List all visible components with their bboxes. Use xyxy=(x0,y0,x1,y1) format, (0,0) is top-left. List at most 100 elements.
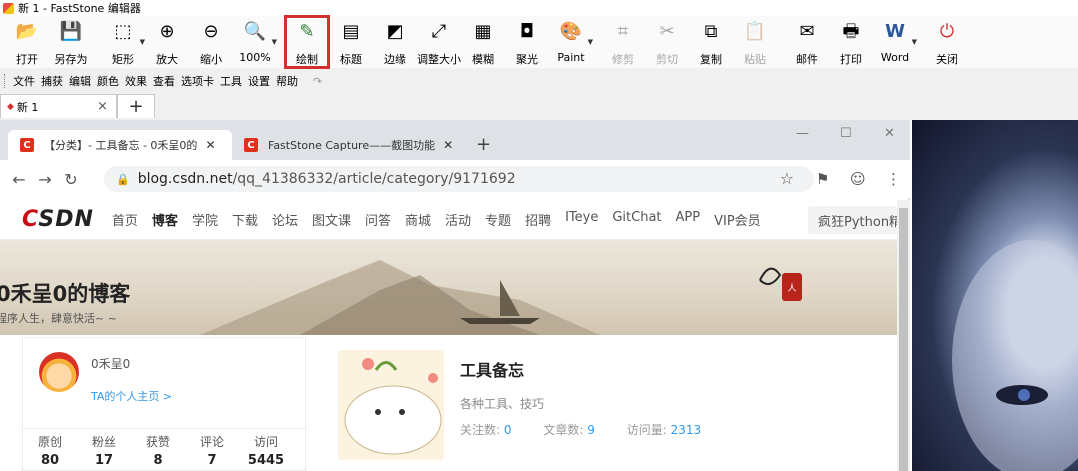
tool-label: 标题 xyxy=(340,53,362,66)
nav-link[interactable]: 图文课 xyxy=(312,210,351,229)
browser-tab-strip: C 【分类】- 工具备忘 - 0禾呈0的 ✕ C FastStone Captu… xyxy=(0,120,910,160)
close-icon[interactable]: ✕ xyxy=(205,138,215,152)
seal-stamp: 人 xyxy=(782,273,802,301)
tool-power-button[interactable]: ⏻ 关闭 xyxy=(925,16,969,68)
nav-link[interactable]: 学院 xyxy=(192,210,218,229)
tool-edge-button[interactable]: ◩ 边缘 xyxy=(373,16,417,68)
menu-item[interactable]: 设置 xyxy=(245,73,273,89)
reload-icon[interactable]: ↻ xyxy=(58,170,84,189)
account-icon[interactable]: ☺ xyxy=(850,170,866,188)
tool-paint-button[interactable]: 🎨 Paint ▼ xyxy=(549,16,593,68)
nav-link[interactable]: 首页 xyxy=(112,210,138,229)
scrollbar[interactable] xyxy=(897,200,910,471)
menu-item[interactable]: 帮助 xyxy=(273,73,301,89)
menu-item[interactable]: 选项卡 xyxy=(178,73,217,89)
stat-value: 7 xyxy=(207,453,217,468)
menu-item[interactable]: 编辑 xyxy=(66,73,94,89)
dropdown-caret-icon[interactable]: ▼ xyxy=(912,38,917,46)
redo-icon[interactable]: ↷ xyxy=(313,75,322,88)
close-icon[interactable]: ✕ xyxy=(443,138,453,152)
avatar[interactable] xyxy=(39,352,79,392)
stat-label: 粉丝 xyxy=(91,435,116,449)
tool-copy-button[interactable]: ⧉ 复制 xyxy=(689,16,733,68)
menu-kebab-icon[interactable]: ⋮ xyxy=(886,170,901,188)
nav-link[interactable]: 问答 xyxy=(365,210,391,229)
user-name[interactable]: 0禾呈0 xyxy=(91,355,130,372)
menu-item[interactable]: 查看 xyxy=(150,73,178,89)
category-illustration xyxy=(344,358,442,455)
tool-open-folder-button[interactable]: 📂 打开 xyxy=(5,16,49,68)
menu-item[interactable]: 颜色 xyxy=(94,73,122,89)
nav-link[interactable]: APP xyxy=(676,210,701,229)
tool-save-button[interactable]: 💾 另存为 xyxy=(49,16,93,68)
csdn-logo[interactable]: CSDN xyxy=(22,207,94,232)
search-input[interactable]: 疯狂Python精 xyxy=(808,206,906,234)
nav-link[interactable]: 博客 xyxy=(152,210,178,229)
edge-icon: ◩ xyxy=(386,21,404,42)
menu-item[interactable]: 捕获 xyxy=(38,73,66,89)
url-field[interactable]: 🔒 blog.csdn.net /qq_41386332/article/cat… xyxy=(104,166,814,192)
menu-item[interactable]: 工具 xyxy=(217,73,245,89)
modified-dot-icon: ◆ xyxy=(7,101,14,112)
tool-label: 复制 xyxy=(700,53,722,66)
tool-label: 绘制 xyxy=(296,53,318,66)
minimize-icon[interactable]: — xyxy=(796,126,809,141)
tool-spotlight-button[interactable]: ◘ 聚光 xyxy=(505,16,549,68)
tool-label: 打印 xyxy=(840,53,862,66)
tool-zoom-out-button[interactable]: ⊖ 缩小 xyxy=(189,16,233,68)
tool-caption-button[interactable]: ▤ 标题 xyxy=(329,16,373,68)
bookmark-star-icon[interactable]: ☆ xyxy=(780,169,794,188)
menu-item[interactable]: 效果 xyxy=(122,73,150,89)
tool-draw-button[interactable]: ✎ 绘制 xyxy=(284,15,330,69)
nav-link[interactable]: VIP会员 xyxy=(714,210,761,229)
cut-icon: ✂ xyxy=(659,21,675,42)
stat-label: 原创 xyxy=(37,435,62,449)
nav-link[interactable]: 招聘 xyxy=(525,210,551,229)
menu-item[interactable]: 文件 xyxy=(10,73,38,89)
close-icon[interactable]: × xyxy=(97,99,108,114)
tool-zoom-in-button[interactable]: ⊕ 放大 xyxy=(145,16,189,68)
tool-paste-button[interactable]: 📋 粘贴 xyxy=(733,16,777,68)
tool-label: 另存为 xyxy=(54,53,88,66)
nav-link[interactable]: ITeye xyxy=(565,210,598,229)
zoom-out-icon: ⊖ xyxy=(203,21,219,42)
tool-crop-button[interactable]: ⌗ 修剪 xyxy=(601,16,645,68)
tool-word-button[interactable]: W Word ▼ xyxy=(873,16,917,68)
doc-tab-active[interactable]: ◆ 新 1 × xyxy=(0,94,117,118)
nav-link[interactable]: 商城 xyxy=(405,210,431,229)
profile-card: 0禾呈0 TA的个人主页 > 原创 80 粉丝 17 获赞 8 评论 7 访问 5445 xyxy=(22,337,307,471)
print-icon: 🖶 xyxy=(842,21,860,42)
paste-icon: 📋 xyxy=(743,21,767,42)
new-tab-button[interactable]: + xyxy=(476,134,491,155)
tool-blur-button[interactable]: ▦ 模糊 xyxy=(461,16,505,68)
tool-cut-button[interactable]: ✂ 剪切 xyxy=(645,16,689,68)
browser-tab-active[interactable]: C 【分类】- 工具备忘 - 0禾呈0的 ✕ xyxy=(8,130,232,160)
tool-zoom-100-button[interactable]: 🔍 100% ▼ xyxy=(233,16,277,68)
dropdown-caret-icon[interactable]: ▼ xyxy=(588,38,593,46)
nav-link[interactable]: 活动 xyxy=(445,210,471,229)
category-description: 各种工具、技巧 xyxy=(460,397,545,411)
nav-link[interactable]: 论坛 xyxy=(272,210,298,229)
forward-arrow-icon[interactable]: → xyxy=(32,170,58,189)
blog-subtitle: 程序人生，肆意快活~ ~ xyxy=(0,312,117,325)
nav-link[interactable]: 专题 xyxy=(485,210,511,229)
scrollbar-thumb[interactable] xyxy=(899,208,908,471)
browser-tab[interactable]: C FastStone Capture——截图功能 ✕ xyxy=(232,130,464,160)
tool-label: Paint xyxy=(557,51,585,64)
extension-icon[interactable]: ⚑ xyxy=(816,170,829,188)
add-tab-button[interactable]: + xyxy=(117,94,155,118)
tool-resize-button[interactable]: ⤢ 调整大小 xyxy=(417,16,461,68)
tool-print-button[interactable]: 🖶 打印 xyxy=(829,16,873,68)
back-arrow-icon[interactable]: ← xyxy=(6,170,32,189)
user-home-link[interactable]: TA的个人主页 > xyxy=(91,388,172,404)
maximize-icon[interactable]: ☐ xyxy=(840,126,852,141)
dropdown-caret-icon[interactable]: ▼ xyxy=(272,38,277,46)
tool-label: 100% xyxy=(239,51,271,64)
close-window-icon[interactable]: ✕ xyxy=(884,126,895,141)
tool-rect-select-button[interactable]: ⬚ 矩形 ▼ xyxy=(101,16,145,68)
csdn-favicon-icon: C xyxy=(20,138,34,152)
nav-link[interactable]: GitChat xyxy=(612,210,661,229)
csdn-favicon-icon: C xyxy=(244,138,258,152)
tool-mail-button[interactable]: ✉ 邮件 xyxy=(785,16,829,68)
nav-link[interactable]: 下载 xyxy=(232,210,258,229)
